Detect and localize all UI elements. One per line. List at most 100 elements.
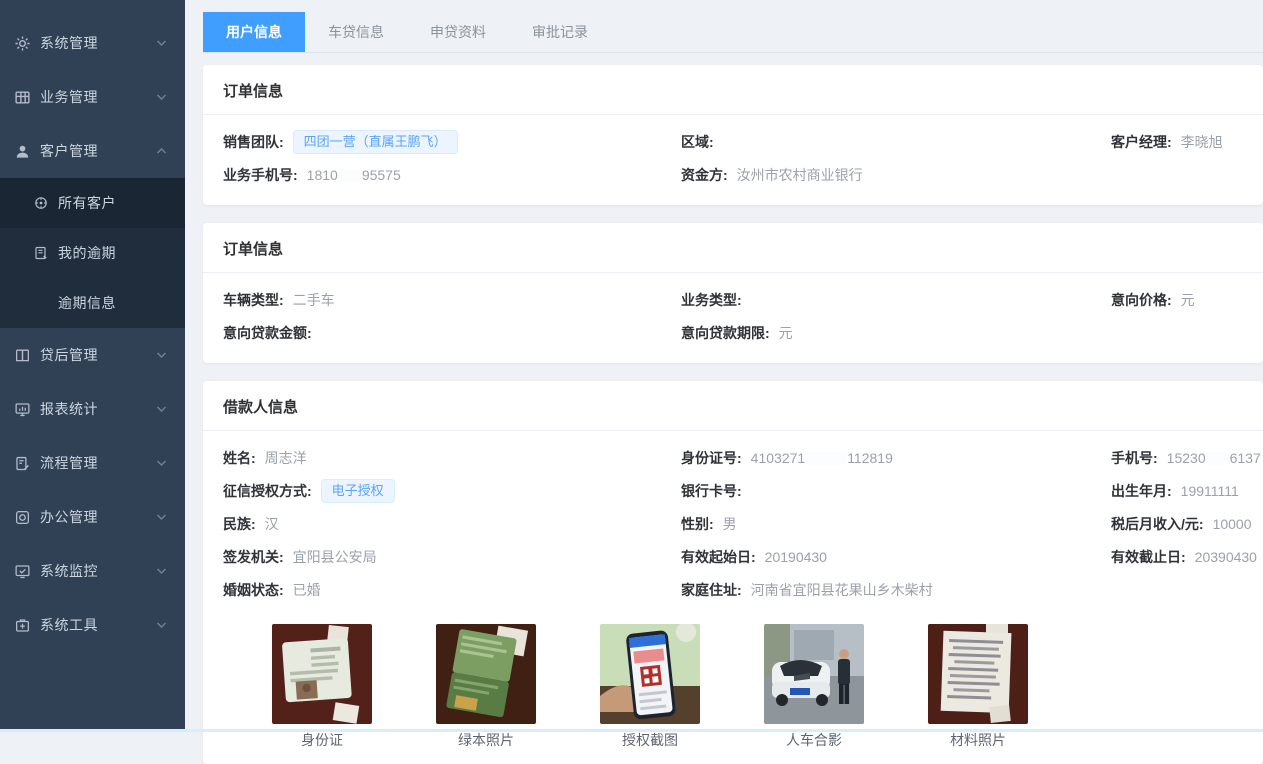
chevron-down-icon [156,566,167,576]
field-value: 152306137 [1167,450,1261,466]
sidebar-item-label: 贷后管理 [40,345,156,365]
tab-car-loan-info[interactable]: 车贷信息 [305,12,407,52]
field-value: 181095575 [307,167,401,183]
book-icon [14,347,31,364]
sidebar-item-label: 业务管理 [40,87,156,107]
sidebar-item-postloan-management[interactable]: 贷后管理 [0,328,185,382]
field-label: 婚姻状态: [223,580,284,600]
field-value: 男 [723,514,737,534]
id-card-photo[interactable] [272,624,372,724]
photo-caption: 身份证 [272,730,372,750]
monitor-check-icon [14,563,31,580]
sidebar-item-label: 客户管理 [40,141,156,161]
field-issuing-authority: 签发机关: 宜阳县公安局 [223,547,681,567]
chevron-down-icon [156,92,167,102]
field-label: 手机号: [1111,448,1158,468]
field-label: 性别: [681,514,714,534]
field-label: 出生年月: [1111,481,1172,501]
field-label: 业务手机号: [223,165,298,185]
field-mobile: 手机号: 152306137 [1111,448,1261,468]
field-intent-price: 意向价格: 元 [1111,290,1243,310]
chevron-down-icon [156,458,167,468]
field-business-phone: 业务手机号: 181095575 [223,165,681,185]
gear-icon [14,35,31,52]
field-label: 家庭住址: [681,580,742,600]
order-info-card: 订单信息 销售团队: 四团一营（直属王鹏飞） 区域: 客户经理: 李晓旭 [203,65,1263,205]
field-value: 已婚 [293,580,321,600]
field-region: 区域: [681,132,1111,152]
field-sales-team: 销售团队: 四团一营（直属王鹏飞） [223,130,681,154]
sidebar-item-business-management[interactable]: 业务管理 [0,70,185,124]
photo-caption: 人车合影 [764,730,864,750]
field-label: 签发机关: [223,547,284,567]
redaction-patch [805,452,847,465]
tab-user-info[interactable]: 用户信息 [203,12,305,52]
main-content: 用户信息 车贷信息 申贷资料 审批记录 订单信息 销售团队: 四团一营（直属王鹏… [185,0,1263,732]
customer-management-submenu: 所有客户 我的逾期 逾期信息 [0,178,185,328]
field-value: 元 [779,323,793,343]
field-value: 二手车 [293,290,335,310]
field-label: 征信授权方式: [223,481,312,501]
green-booklet-photo[interactable] [436,624,536,724]
sidebar-item-my-overdue[interactable]: 我的逾期 [0,228,185,278]
field-ethnicity: 民族: 汉 [223,514,681,534]
sidebar-item-label: 系统监控 [40,561,156,581]
chevron-down-icon [156,38,167,48]
sidebar-item-label: 系统管理 [40,33,156,53]
field-value: 河南省宜阳县花果山乡木柴村 [751,580,933,600]
field-value: 10000 [1213,516,1252,532]
handwritten-doc-photo[interactable] [928,624,1028,724]
sidebar-item-all-customers[interactable]: 所有客户 [0,178,185,228]
field-value: 李晓旭 [1181,132,1223,152]
tab-approval-records[interactable]: 审批记录 [509,12,611,52]
sidebar-item-process-management[interactable]: 流程管理 [0,436,185,490]
field-id-number: 身份证号: 4103271112819 [681,448,1111,468]
field-gender: 性别: 男 [681,514,1111,534]
field-label: 业务类型: [681,290,742,310]
field-label: 意向贷款期限: [681,323,770,343]
auth-qr-photo[interactable] [600,624,700,724]
field-intent-amount: 意向贷款金额: [223,323,681,343]
field-bank-card: 银行卡号: [681,481,1111,501]
tab-loan-application-materials[interactable]: 申贷资料 [407,12,509,52]
grid-icon [14,89,31,106]
field-value: 宜阳县公安局 [293,547,377,567]
field-value: 周志洋 [265,448,307,468]
photo-caption: 材料照片 [928,730,1028,750]
field-valid-from: 有效起始日: 20190430 [681,547,1111,567]
field-address: 家庭住址: 河南省宜阳县花果山乡木柴村 [681,580,1111,600]
sidebar-item-system-monitoring[interactable]: 系统监控 [0,544,185,598]
sidebar-item-system-tools[interactable]: 系统工具 [0,598,185,652]
sidebar-item-label: 系统工具 [40,615,156,635]
field-label: 意向贷款金额: [223,323,312,343]
field-value: 汝州市农村商业银行 [737,165,863,185]
person-car-photo[interactable] [764,624,864,724]
field-marital: 婚姻状态: 已婚 [223,580,681,600]
card-title: 借款人信息 [203,381,1263,431]
card-title: 订单信息 [203,223,1263,273]
chevron-down-icon [156,512,167,522]
app-window: 系统管理 业务管理 客户管理 所有客户 [0,0,1263,732]
sidebar-item-label: 我的逾期 [58,243,185,263]
field-credit-auth: 征信授权方式: 电子授权 [223,479,681,503]
field-intent-term: 意向贷款期限: 元 [681,323,1111,343]
sidebar-item-customer-management[interactable]: 客户管理 [0,124,185,178]
field-value: 元 [1181,290,1195,310]
sidebar-item-report-statistics[interactable]: 报表统计 [0,382,185,436]
office-icon [14,509,31,526]
borrower-info-card: 借款人信息 姓名: 周志洋 身份证号: 4103271112819 手机号: 1… [203,381,1263,764]
sidebar-item-overdue-info[interactable]: 逾期信息 [0,278,185,328]
sales-team-tag: 四团一营（直属王鹏飞） [293,130,458,154]
toolbox-icon [14,617,31,634]
sidebar-item-label: 办公管理 [40,507,156,527]
sidebar: 系统管理 业务管理 客户管理 所有客户 [0,0,185,732]
credit-auth-tag: 电子授权 [321,479,395,503]
field-value: 20390430 [1195,549,1257,565]
chart-monitor-icon [14,401,31,418]
sidebar-item-office-management[interactable]: 办公管理 [0,490,185,544]
field-birth: 出生年月: 19911111 [1111,481,1243,501]
field-business-type: 业务类型: [681,290,1111,310]
loan-intent-card: 订单信息 车辆类型: 二手车 业务类型: 意向价格: 元 [203,223,1263,363]
field-label: 身份证号: [681,448,742,468]
sidebar-item-system-management[interactable]: 系统管理 [0,16,185,70]
